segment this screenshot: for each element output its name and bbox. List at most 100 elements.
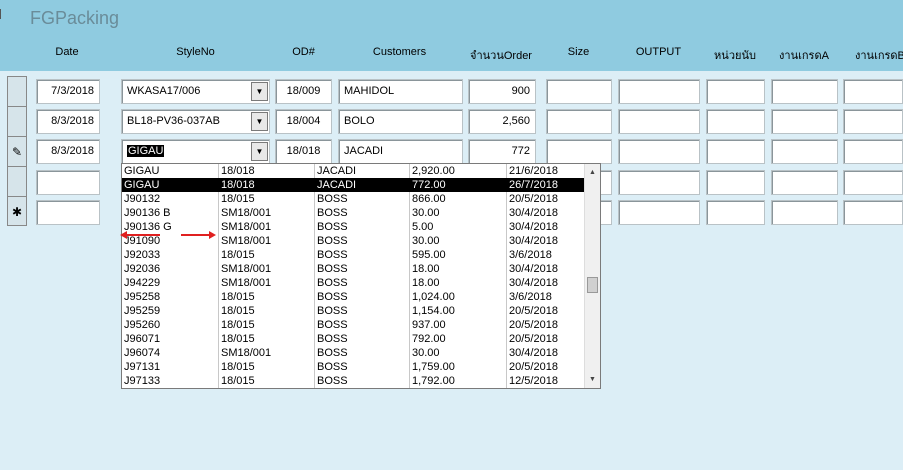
dropdown-option-style: GIGAU	[124, 179, 160, 191]
grade-b-field[interactable]	[843, 109, 903, 134]
dropdown-option[interactable]: J90136 B SM18/001 BOSS 30.00 30/4/2018	[122, 206, 584, 220]
dropdown-option-qty: 30.00	[412, 347, 440, 359]
grade-a-field[interactable]	[771, 79, 838, 104]
unit-field[interactable]	[706, 79, 765, 104]
record-selector-column: ✎ ✱	[7, 76, 27, 226]
grade-a-field[interactable]	[771, 139, 838, 164]
grade-b-field[interactable]	[843, 139, 903, 164]
dropdown-option-style: J90136 B	[124, 207, 171, 219]
pencil-icon: ✎	[11, 145, 23, 159]
form-header	[0, 0, 903, 71]
dropdown-option[interactable]: J90132 18/015 BOSS 866.00 20/5/2018	[122, 192, 584, 206]
dropdown-option-style: J92036	[124, 263, 161, 275]
dropdown-option[interactable]: J94229 SM18/001 BOSS 18.00 30/4/2018	[122, 276, 584, 290]
dropdown-arrow-icon[interactable]: ▼	[251, 112, 268, 131]
dropdown-arrow-icon[interactable]: ▼	[251, 82, 268, 101]
unit-field[interactable]	[706, 139, 765, 164]
dropdown-option[interactable]: J95259 18/015 BOSS 1,154.00 20/5/2018	[122, 304, 584, 318]
size-field[interactable]	[546, 109, 612, 134]
customer-field[interactable]: MAHIDOL	[338, 79, 463, 104]
size-field[interactable]	[546, 139, 612, 164]
dropdown-option-date: 30/4/2018	[509, 263, 558, 275]
column-header-od: OD#	[292, 46, 315, 58]
order-qty-field[interactable]: 2,560	[468, 109, 536, 134]
dropdown-scrollbar[interactable]: ▲ ▼	[584, 164, 600, 388]
output-field[interactable]	[618, 139, 700, 164]
output-field[interactable]	[618, 170, 700, 195]
dropdown-option[interactable]: J95260 18/015 BOSS 937.00 20/5/2018	[122, 318, 584, 332]
size-field[interactable]	[546, 79, 612, 104]
order-qty-field[interactable]: 900	[468, 79, 536, 104]
record-selector-new[interactable]: ✱	[8, 197, 26, 227]
od-field[interactable]: 18/009	[275, 79, 332, 104]
unit-field[interactable]	[706, 109, 765, 134]
dropdown-option[interactable]: J96074 SM18/001 BOSS 30.00 30/4/2018	[122, 346, 584, 360]
record-selector-row-1[interactable]	[8, 77, 26, 107]
dropdown-option-od: SM18/001	[221, 263, 272, 275]
date-field[interactable]: 7/3/2018	[36, 79, 100, 104]
left-arrow-icon	[120, 231, 160, 239]
dropdown-option-qty: 866.00	[412, 193, 446, 205]
od-field[interactable]: 18/004	[275, 109, 332, 134]
output-field[interactable]	[618, 200, 700, 225]
date-field[interactable]	[36, 170, 100, 195]
dropdown-option-customer: BOSS	[317, 375, 348, 387]
record-selector-editing[interactable]: ✎	[8, 137, 26, 167]
dropdown-option[interactable]: J95258 18/015 BOSS 1,024.00 3/6/2018	[122, 290, 584, 304]
dropdown-option-qty: 5.00	[412, 221, 434, 233]
dropdown-option-qty: 30.00	[412, 207, 440, 219]
dropdown-option-qty: 2,920.00	[412, 165, 455, 177]
styleno-combo-active[interactable]: GIGAU ▼	[121, 139, 270, 164]
grade-a-field[interactable]	[771, 170, 838, 195]
dropdown-option[interactable]: GIGAU 18/018 JACADI 2,920.00 21/6/2018	[122, 164, 584, 178]
dropdown-option-customer: BOSS	[317, 347, 348, 359]
dropdown-option-customer: BOSS	[317, 305, 348, 317]
grade-b-field[interactable]	[843, 170, 903, 195]
dropdown-option-qty: 18.00	[412, 277, 440, 289]
grade-a-field[interactable]	[771, 200, 838, 225]
dropdown-option-customer: BOSS	[317, 235, 348, 247]
styleno-combo[interactable]: BL18-PV36-037AB ▼	[121, 109, 270, 134]
record-selector-row-4[interactable]	[8, 167, 26, 197]
output-field[interactable]	[618, 109, 700, 134]
od-field[interactable]: 18/018	[275, 139, 332, 164]
date-field[interactable]: 8/3/2018	[36, 139, 100, 164]
column-header-output: OUTPUT	[635, 46, 682, 58]
dropdown-option-customer: BOSS	[317, 277, 348, 289]
unit-field[interactable]	[706, 200, 765, 225]
dropdown-option[interactable]: J96071 18/015 BOSS 792.00 20/5/2018	[122, 332, 584, 346]
column-header-customers: Customers	[372, 46, 427, 58]
dropdown-option[interactable]: J92036 SM18/001 BOSS 18.00 30/4/2018	[122, 262, 584, 276]
customer-field[interactable]: JACADI	[338, 139, 463, 164]
customer-field[interactable]: BOLO	[338, 109, 463, 134]
dropdown-option-selected[interactable]: GIGAU 18/018 JACADI 772.00 26/7/2018	[122, 178, 584, 192]
date-field[interactable]	[36, 200, 100, 225]
unit-field[interactable]	[706, 170, 765, 195]
dropdown-option-od: SM18/001	[221, 235, 272, 247]
grade-a-field[interactable]	[771, 109, 838, 134]
styleno-combo[interactable]: WKASA17/006 ▼	[121, 79, 270, 104]
dropdown-option[interactable]: J97133 18/015 BOSS 1,792.00 12/5/2018	[122, 374, 584, 388]
scroll-up-icon[interactable]: ▲	[585, 166, 600, 180]
dropdown-option[interactable]: J92033 18/015 BOSS 595.00 3/6/2018	[122, 248, 584, 262]
dropdown-option-date: 30/4/2018	[509, 235, 558, 247]
dropdown-option-customer: BOSS	[317, 333, 348, 345]
record-selector-row-2[interactable]	[8, 107, 26, 137]
column-header-size: Size	[567, 46, 590, 58]
dropdown-option-customer: BOSS	[317, 193, 348, 205]
grade-b-field[interactable]	[843, 200, 903, 225]
date-field[interactable]: 8/3/2018	[36, 109, 100, 134]
order-qty-field[interactable]: 772	[468, 139, 536, 164]
dropdown-option-customer: BOSS	[317, 291, 348, 303]
dropdown-arrow-icon[interactable]: ▼	[251, 142, 268, 161]
column-header-date: Date	[55, 46, 79, 58]
grade-b-field[interactable]	[843, 79, 903, 104]
dropdown-option-od: 18/015	[221, 249, 255, 261]
dropdown-option-style: J96074	[124, 347, 161, 359]
scroll-down-icon[interactable]: ▼	[585, 373, 600, 387]
dropdown-option[interactable]: J97131 18/015 BOSS 1,759.00 20/5/2018	[122, 360, 584, 374]
output-field[interactable]	[618, 79, 700, 104]
dropdown-option-customer: BOSS	[317, 207, 348, 219]
scrollbar-thumb[interactable]	[587, 277, 598, 293]
styleno-dropdown-list[interactable]: GIGAU 18/018 JACADI 2,920.00 21/6/2018 GIGAU 1…	[121, 163, 601, 389]
